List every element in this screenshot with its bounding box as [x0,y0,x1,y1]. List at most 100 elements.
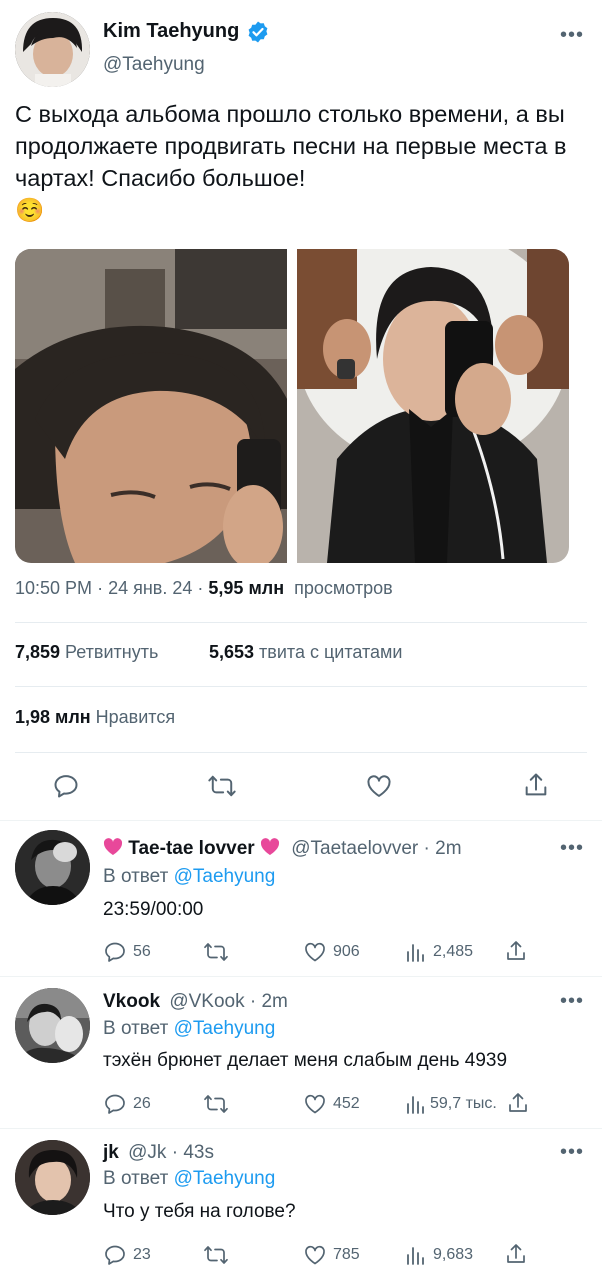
heart-icon [367,775,391,797]
pink-heart-icon [260,838,280,856]
reply-display-name[interactable]: Tae-tae lovver [128,838,254,859]
share-icon [509,1093,527,1112]
replying-to: В ответ @Taehyung [103,1168,275,1190]
retweets-count: 7,859 [15,642,61,662]
reply-button[interactable]: 56 [103,940,151,964]
reply-avatar[interactable] [15,988,90,1063]
reply-button[interactable]: 26 [103,1092,151,1116]
tweet-body: С выхода альбома прошло столько времени,… [15,101,574,191]
reply-icon [105,942,125,962]
reply-button[interactable] [52,772,80,800]
heart-icon [305,1245,325,1265]
author-avatar[interactable] [15,12,90,87]
divider [15,622,587,623]
like-button[interactable]: 785 [303,1243,360,1267]
share-button[interactable] [522,771,550,799]
retweet-icon [204,1095,228,1113]
reply-button[interactable]: 23 [103,1243,151,1267]
tweet-photo-left[interactable] [15,249,287,563]
reply-count: 23 [133,1246,151,1263]
reply-time: 2m [435,838,462,859]
share-button[interactable] [504,1242,528,1266]
tweet-emoji: ☺️ [15,197,45,223]
retweet-icon [204,943,228,961]
views-count: 59,7 тыс. [430,1095,497,1112]
reply-icon [105,1094,125,1114]
reply-handle[interactable]: @Taetaelovver [291,838,418,859]
reply-text: Что у тебя на голове? [103,1201,296,1222]
reply-count: 56 [133,943,151,960]
reply-avatar[interactable] [15,830,90,905]
share-icon [525,773,547,796]
heart-icon [305,1094,325,1114]
views-count: 9,683 [433,1246,474,1263]
reply-handle[interactable]: @VKook [169,991,244,1012]
reply-prefix: В ответ [103,866,169,887]
quotes-label: твита с цитатами [259,642,403,662]
reply-header: Vkook @VKook · 2m [103,991,288,1013]
retweet-icon [208,775,236,797]
heart-icon [305,942,325,962]
reply-text: 23:59/00:00 [103,899,204,920]
reply-to-link[interactable]: @Taehyung [174,866,276,887]
divider [15,686,587,687]
replying-to: В ответ @Taehyung [103,1018,275,1040]
divider [0,1128,602,1129]
retweet-button[interactable] [203,1092,229,1116]
reply-prefix: В ответ [103,1168,169,1189]
views-label: просмотров [294,578,393,598]
retweets-stat[interactable]: 7,859 Ретвитнуть [15,642,158,663]
reply-separator: · [171,1142,179,1163]
meta-separator: · [97,578,104,598]
reply-display-name[interactable]: jk [103,1142,119,1163]
divider [15,752,587,753]
reply-separator: · [249,991,257,1012]
more-dots-icon[interactable]: ••• [560,991,584,1011]
tweet-meta: 10:50 PM · 24 янв. 24 · 5,95 млн просмот… [15,578,393,599]
more-dots-icon[interactable]: ••• [560,25,584,45]
retweet-button[interactable] [203,940,229,964]
reply-handle[interactable]: @Jk [128,1142,166,1163]
retweet-button[interactable] [207,772,237,800]
like-button[interactable] [365,772,393,800]
quotes-stat[interactable]: 5,653 твита с цитатами [209,642,402,663]
tweet-time: 10:50 PM [15,578,93,598]
views-button[interactable]: 9,683 [405,1243,473,1267]
tweet-photo-right[interactable] [297,249,569,563]
like-button[interactable]: 452 [303,1092,360,1116]
reply-count: 26 [133,1095,151,1112]
like-button[interactable]: 906 [303,940,360,964]
more-dots-icon[interactable]: ••• [560,838,584,858]
views-button[interactable]: 2,485 [405,940,473,964]
divider [0,976,602,977]
verified-badge-icon [246,20,270,44]
reply-icon [54,775,78,798]
retweet-icon [204,1246,228,1264]
reply-time: 2m [261,991,288,1012]
reply-separator: · [423,838,430,859]
author-handle[interactable]: @Taehyung [103,54,205,76]
reply-header: jk @Jk · 43s [103,1142,214,1164]
reply-to-link[interactable]: @Taehyung [174,1018,276,1039]
views-button[interactable]: 59,7 тыс. [405,1092,497,1116]
like-count: 785 [333,1246,360,1263]
reply-text: тэхён брюнет делает меня слабым день 493… [103,1050,508,1071]
share-button[interactable] [506,1091,530,1115]
reply-prefix: В ответ [103,1018,169,1039]
more-dots-icon[interactable]: ••• [560,1142,584,1162]
reply-icon [105,1245,125,1265]
reply-to-link[interactable]: @Taehyung [174,1168,276,1189]
author-display-name[interactable]: Kim Taehyung [103,20,239,43]
retweet-button[interactable] [203,1243,229,1267]
like-count: 452 [333,1095,360,1112]
views-count: 2,485 [433,943,474,960]
likes-stat[interactable]: 1,98 млн Нравится [15,707,175,728]
share-icon [507,941,525,960]
tweet-text: С выхода альбома прошло столько времени,… [15,98,590,226]
reply-avatar[interactable] [15,1140,90,1215]
share-button[interactable] [504,939,528,963]
reply-header: Tae-tae lovver @Taetaelovver · 2m [103,838,462,860]
retweets-label: Ретвитнуть [65,642,159,662]
reply-display-name[interactable]: Vkook [103,991,160,1012]
views-count: 5,95 млн [208,578,285,598]
